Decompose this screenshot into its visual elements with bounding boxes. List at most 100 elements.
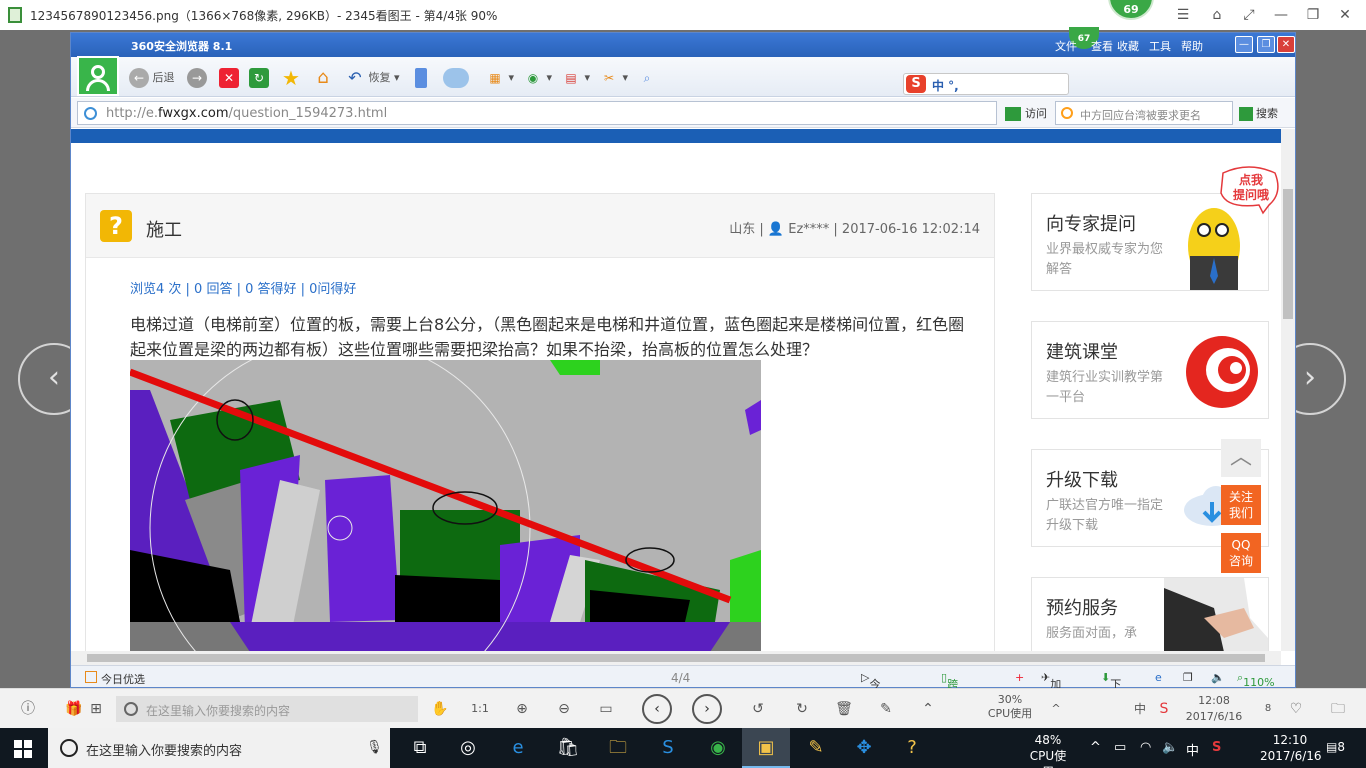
status-sound-icon[interactable]: 🔈 (1211, 671, 1225, 684)
back-to-top-button[interactable]: ︿ (1221, 439, 1261, 477)
app-360-icon[interactable]: ◎ (444, 728, 492, 768)
hand-tool-icon[interactable]: ✋ (428, 697, 452, 721)
restore-icon[interactable]: ❐ (1304, 6, 1322, 24)
address-bar[interactable]: http://e.fwxgx.com/question_1594273.html (77, 101, 997, 125)
status-window-icon[interactable]: ❐ (1183, 671, 1193, 684)
image-viewer-icon[interactable]: ▣ (742, 728, 790, 768)
embedded-notif[interactable]: 8 (1256, 697, 1280, 721)
sidebar-appointment[interactable]: 预约服务 服务面对面，承 (1031, 577, 1269, 651)
user-avatar[interactable] (77, 56, 119, 96)
taskbar-clock[interactable]: 12:10 2017/6/16 (1260, 732, 1322, 764)
help-icon[interactable]: ? (888, 728, 936, 768)
close-icon[interactable]: ✕ (1336, 6, 1354, 24)
status-cross-screen[interactable]: ▯ 跨屏浏览 (941, 671, 958, 739)
delete-icon[interactable]: 🗑 (832, 697, 856, 721)
tray-up-icon[interactable]: ^ (1090, 740, 1101, 755)
ime-toolbar[interactable]: S 中 °, (903, 73, 1069, 95)
edge-icon[interactable]: e (494, 728, 542, 768)
rotate-left-icon[interactable]: ↺ (746, 697, 770, 721)
move-icon[interactable]: ✥ (840, 728, 888, 768)
status-zoom[interactable]: ⌕ 110% (1237, 671, 1275, 689)
prev-button[interactable]: ‹ (642, 694, 672, 724)
horizontal-scroll-thumb[interactable] (87, 654, 1265, 662)
embedded-ime[interactable]: 中 (1128, 697, 1152, 721)
zoom-out-icon[interactable]: ⊖ (552, 697, 576, 721)
status-add-icon[interactable]: + (1015, 671, 1024, 684)
sogou-tray-icon[interactable]: S (1152, 697, 1176, 721)
gift-icon[interactable]: 🎁 (62, 697, 86, 721)
folder-icon[interactable]: 🗀 (1326, 697, 1350, 721)
fullscreen-icon[interactable]: ⤢ (1240, 6, 1258, 24)
task-view-icon[interactable]: ⧉ (396, 728, 444, 768)
horizontal-scrollbar[interactable] (71, 651, 1281, 665)
visit-button[interactable]: 访问 (1005, 105, 1047, 121)
tray-up-icon[interactable]: ^ (1044, 697, 1068, 721)
zoom-in-icon[interactable]: ⊕ (510, 697, 534, 721)
skin-icon[interactable]: ⌂ (1208, 6, 1226, 24)
embedded-search-box[interactable]: 在这里输入你要搜索的内容 (116, 696, 418, 722)
menu-help[interactable]: 帮助 (1181, 38, 1203, 54)
status-today-picks[interactable]: 今日优选 (101, 671, 145, 687)
windows-icon[interactable]: ⊞ (84, 697, 108, 721)
qq-consult-button[interactable]: QQ 咨询 (1221, 533, 1261, 573)
wifi-icon[interactable]: ◠ (1140, 740, 1151, 755)
rotate-right-icon[interactable]: ↻ (790, 697, 814, 721)
search-button[interactable]: 搜索 (1239, 105, 1278, 121)
security-button[interactable]: ◉ ▾ (523, 67, 552, 89)
favorite-heart-icon[interactable]: ♡ (1284, 697, 1308, 721)
menu-tools[interactable]: 工具 (1149, 38, 1171, 54)
edit-icon[interactable]: ✎ (874, 697, 898, 721)
forward-button[interactable]: → (187, 67, 207, 89)
stop-button[interactable]: ✕ (219, 67, 239, 89)
menu-icon[interactable]: ☰ (1174, 6, 1192, 24)
taskbar-ime[interactable]: 中 (1186, 740, 1199, 759)
store-icon[interactable]: 🛍 (544, 728, 592, 768)
browser-restore-button[interactable]: ❐ (1257, 36, 1275, 53)
vertical-scrollbar[interactable] (1281, 129, 1295, 651)
home-button[interactable]: ⌂ (313, 67, 333, 89)
menu-favorites[interactable]: 收藏 (1117, 38, 1139, 54)
taskbar-search[interactable]: 在这里输入你要搜索的内容 🎙 (48, 728, 390, 768)
more-icon[interactable]: ⌃ (916, 697, 940, 721)
favorite-button[interactable]: ★ (281, 67, 301, 89)
zoom-button[interactable]: ⌕ (637, 67, 657, 89)
question-image[interactable] (130, 360, 761, 651)
browser-360-icon[interactable]: ◉ (694, 728, 742, 768)
question-stats[interactable]: 浏览4 次 | 0 回答 | 0 答得好 | 0问得好 (130, 278, 356, 297)
next-button[interactable]: › (692, 694, 722, 724)
apps-button[interactable]: ▦ ▾ (485, 67, 514, 89)
start-button[interactable] (14, 740, 32, 758)
cloud-button[interactable] (443, 67, 469, 89)
notification-center[interactable]: ▤8 (1326, 740, 1345, 754)
info-icon[interactable]: ⓘ (16, 697, 40, 721)
actual-size-icon[interactable]: 1:1 (468, 697, 492, 721)
ie-icon[interactable]: e (1155, 671, 1162, 684)
back-button[interactable]: ← 后退 (129, 67, 175, 89)
translate-button[interactable]: ▤ ▾ (561, 67, 590, 89)
perf-badge[interactable]: 69 (1108, 0, 1154, 20)
app-s-icon[interactable]: S (644, 728, 692, 768)
mobile-button[interactable] (415, 67, 427, 89)
menu-view[interactable]: 查看 (1091, 38, 1113, 54)
notes-icon[interactable]: ✎ (792, 728, 840, 768)
sidebar-building-class[interactable]: 建筑课堂 建筑行业实训教学第一平台 (1031, 321, 1269, 419)
status-live[interactable]: ▷ 今日直播 (861, 671, 880, 739)
search-box[interactable]: 中方回应台湾被要求更名 (1055, 101, 1233, 125)
screenshot-button[interactable]: ✂ ▾ (599, 67, 628, 89)
restore-button[interactable]: ↶ 恢复 ▾ (345, 67, 399, 89)
follow-us-button[interactable]: 关注 我们 (1221, 485, 1261, 525)
mic-icon[interactable]: 🎙 (366, 740, 383, 755)
status-download[interactable]: ⬇ 下载 (1101, 671, 1121, 707)
battery-icon[interactable]: ▭ (1114, 740, 1126, 755)
minimize-icon[interactable]: — (1272, 6, 1290, 24)
vertical-scroll-thumb[interactable] (1283, 189, 1293, 319)
present-icon[interactable]: ▭ (594, 697, 618, 721)
status-accelerator[interactable]: ✈ 加速器 (1041, 671, 1061, 723)
sogou-tray-icon[interactable]: S (1212, 740, 1221, 755)
refresh-button[interactable]: ↻ (249, 67, 269, 89)
menu-file[interactable]: 文件 (1055, 38, 1077, 54)
browser-minimize-button[interactable]: — (1235, 36, 1253, 53)
browser-close-button[interactable]: ✕ (1277, 36, 1295, 53)
url-text[interactable]: http://e.fwxgx.com/question_1594273.html (106, 106, 387, 121)
volume-icon[interactable]: 🔈 (1162, 740, 1178, 755)
